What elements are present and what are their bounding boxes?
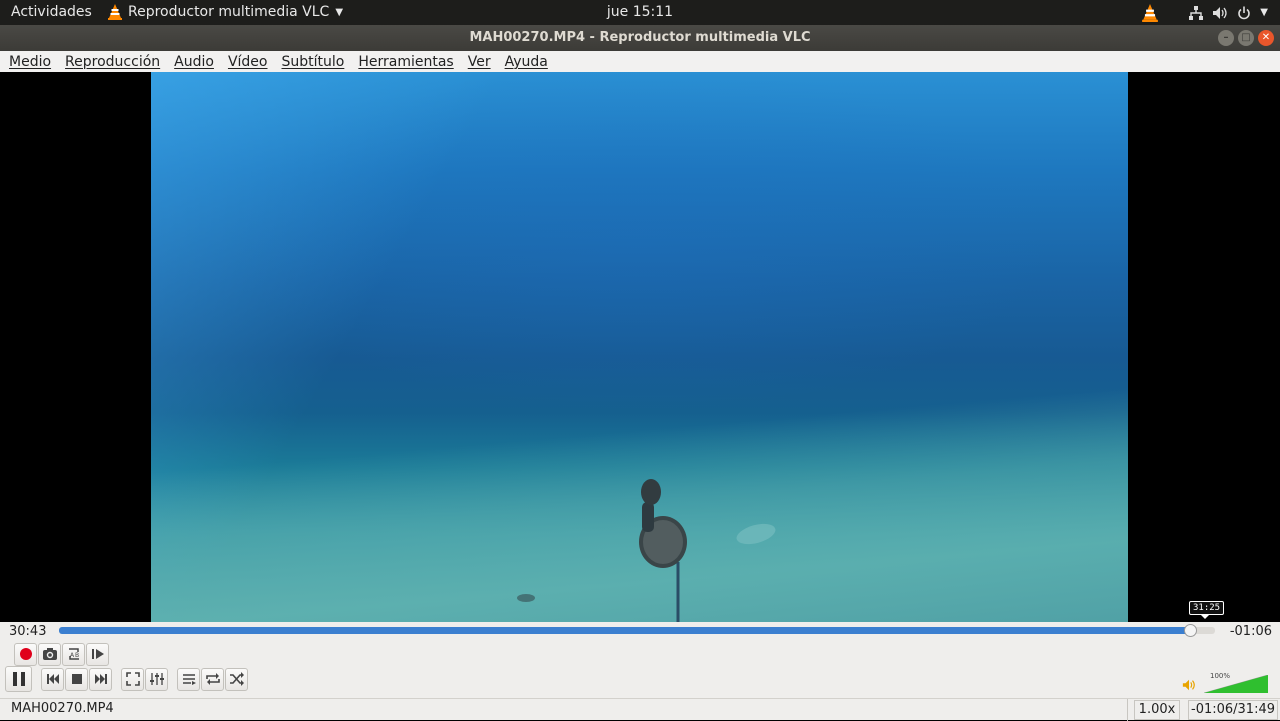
menu-ver[interactable]: Ver — [468, 54, 491, 70]
seek-handle[interactable] — [1183, 624, 1197, 637]
status-filename: MAH00270.MP4 — [0, 699, 1128, 721]
clock[interactable]: jue 15:11 — [607, 4, 673, 20]
equalizer-icon — [149, 673, 164, 685]
app-menu-label: Reproductor multimedia VLC — [128, 4, 330, 20]
previous-button[interactable] — [41, 667, 64, 691]
menu-subtitulo[interactable]: Subtítulo — [282, 54, 345, 70]
record-icon — [19, 648, 32, 660]
pause-icon — [12, 672, 25, 686]
elapsed-time[interactable]: 30:43 — [9, 624, 46, 639]
next-icon — [94, 674, 107, 684]
volume-slider[interactable] — [1204, 675, 1268, 693]
maximize-button[interactable]: □ — [1238, 30, 1254, 46]
playlist-icon — [182, 674, 196, 685]
gnome-top-bar: Actividades Reproductor multimedia VLC ▼… — [0, 0, 1280, 25]
menu-video[interactable]: Vídeo — [228, 54, 268, 70]
menu-bar: Medio Reproducción Audio Vídeo Subtítulo… — [0, 51, 1280, 72]
vlc-tray-icon[interactable] — [1142, 3, 1159, 22]
stop-button[interactable] — [65, 667, 88, 691]
window-title-bar[interactable]: MAH00270.MP4 - Reproductor multimedia VL… — [0, 25, 1280, 51]
shuffle-icon — [229, 672, 244, 686]
network-icon[interactable] — [1188, 5, 1204, 21]
frame-step-button[interactable] — [86, 642, 109, 666]
svg-text:B: B — [75, 652, 79, 659]
speaker-icon[interactable] — [1182, 678, 1196, 692]
loop-ab-button[interactable]: A B — [62, 642, 85, 666]
seek-time-tooltip: 31:25 — [1189, 601, 1225, 619]
window-title: MAH00270.MP4 - Reproductor multimedia VL… — [469, 30, 811, 45]
controls-panel: 30:43 -01:06 A B 100% — [0, 622, 1280, 698]
menu-reproduccion[interactable]: Reproducción — [65, 54, 160, 70]
menu-ayuda[interactable]: Ayuda — [505, 54, 548, 70]
loop-ab-icon: A B — [68, 648, 79, 660]
close-button[interactable]: ✕ — [1258, 30, 1274, 46]
video-frame[interactable] — [151, 72, 1128, 622]
loop-button[interactable] — [201, 667, 224, 691]
playlist-button[interactable] — [177, 667, 200, 691]
pause-button[interactable] — [5, 666, 32, 692]
video-area[interactable] — [0, 72, 1280, 622]
next-button[interactable] — [89, 667, 112, 691]
vlc-cone-icon — [108, 4, 122, 20]
volume-control[interactable]: 100% — [1182, 671, 1272, 695]
previous-icon — [46, 674, 59, 684]
chevron-down-icon[interactable]: ▼ — [1260, 7, 1268, 18]
record-button[interactable] — [14, 642, 37, 666]
stop-icon — [71, 674, 82, 684]
main-controls — [5, 666, 249, 692]
volume-tray-icon[interactable] — [1212, 5, 1228, 21]
status-time[interactable]: -01:06/31:49 — [1188, 700, 1278, 720]
system-tray: ▼ — [1142, 2, 1268, 23]
menu-medio[interactable]: Medio — [9, 54, 51, 70]
remaining-time[interactable]: -01:06 — [1230, 624, 1272, 639]
seek-progress — [59, 627, 1190, 634]
activities-button[interactable]: Actividades — [11, 4, 92, 20]
status-bar: MAH00270.MP4 1.00x -01:06/31:49 — [0, 698, 1280, 721]
advanced-controls: A B — [14, 641, 110, 667]
loop-icon — [205, 673, 220, 685]
chevron-down-icon: ▼ — [335, 6, 344, 18]
extended-settings-button[interactable] — [145, 667, 168, 691]
fullscreen-button[interactable] — [121, 667, 144, 691]
snapshot-button[interactable] — [38, 642, 61, 666]
shuffle-button[interactable] — [225, 667, 248, 691]
camera-icon — [42, 648, 57, 660]
app-menu[interactable]: Reproductor multimedia VLC ▼ — [108, 4, 343, 20]
frame-step-icon — [91, 649, 104, 659]
underwater-scene — [517, 479, 776, 622]
fullscreen-icon — [125, 672, 140, 686]
minimize-button[interactable]: – — [1218, 30, 1234, 46]
seek-bar[interactable] — [59, 624, 1215, 637]
menu-herramientas[interactable]: Herramientas — [358, 54, 453, 70]
menu-audio[interactable]: Audio — [174, 54, 214, 70]
playback-speed[interactable]: 1.00x — [1134, 700, 1180, 720]
power-icon[interactable] — [1236, 5, 1252, 21]
